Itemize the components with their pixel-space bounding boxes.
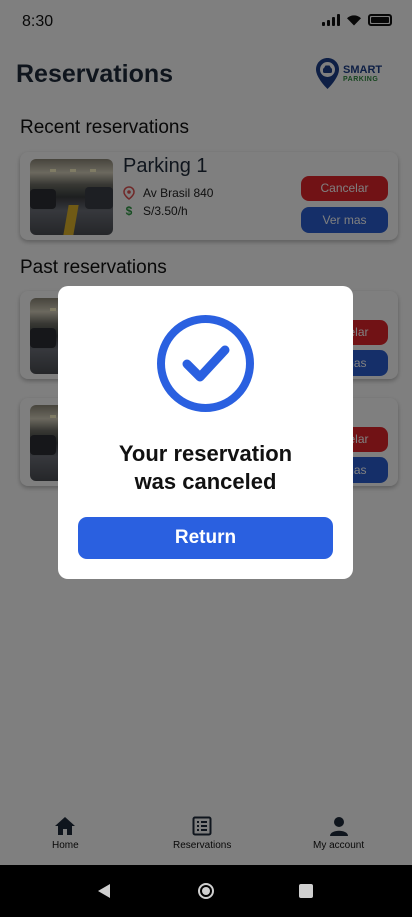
dialog-message: Your reservation was canceled — [58, 440, 353, 496]
system-nav-bar — [0, 865, 412, 917]
check-circle-icon — [157, 315, 254, 412]
cancellation-dialog: Your reservation was canceled Return — [58, 286, 353, 579]
dialog-message-line-2: was canceled — [134, 469, 277, 494]
dialog-message-line-1: Your reservation — [118, 441, 293, 466]
back-icon[interactable] — [98, 884, 110, 898]
recent-apps-icon[interactable] — [299, 884, 313, 898]
return-button[interactable]: Return — [78, 517, 333, 559]
home-circle-icon[interactable] — [198, 883, 214, 899]
